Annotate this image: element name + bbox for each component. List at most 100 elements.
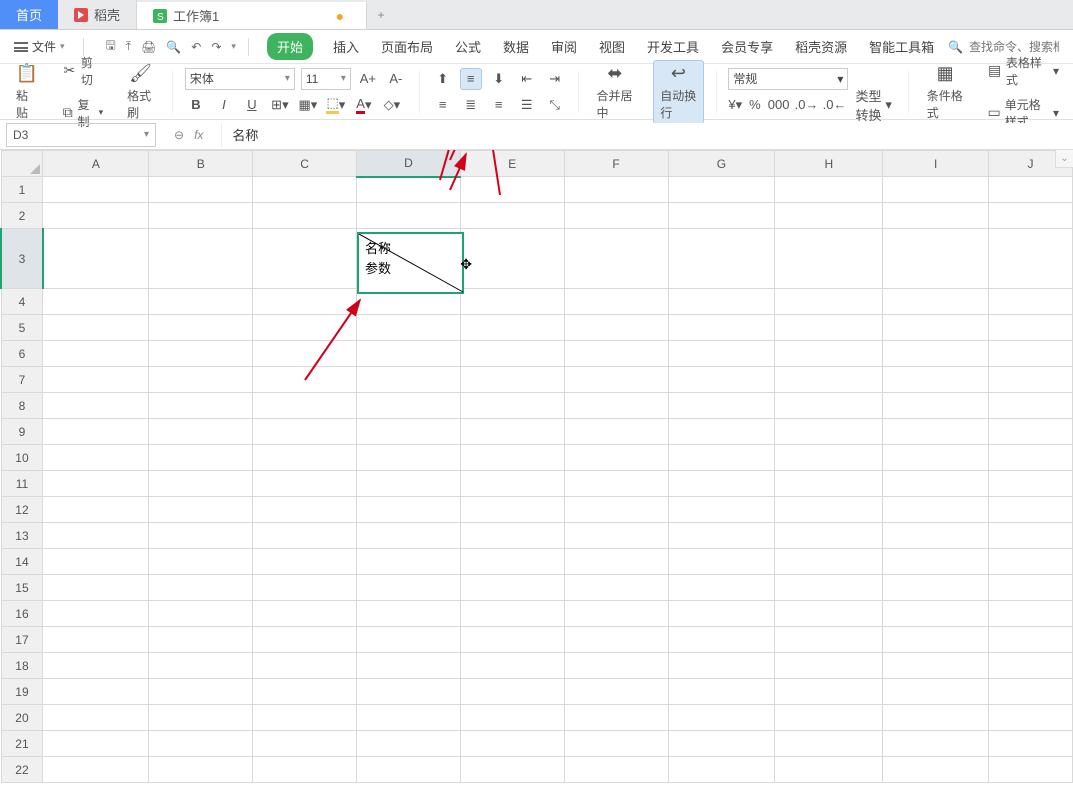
clear-format-button[interactable]: ◇▾ bbox=[381, 94, 403, 116]
cell[interactable] bbox=[43, 229, 149, 289]
row-header[interactable]: 3 bbox=[1, 229, 43, 289]
cell[interactable] bbox=[775, 445, 883, 471]
cell[interactable] bbox=[775, 627, 883, 653]
percent-button[interactable]: % bbox=[748, 94, 762, 116]
cell[interactable] bbox=[775, 679, 883, 705]
table-style-button[interactable]: ▤ 表格样式▾ bbox=[983, 52, 1063, 90]
row-header[interactable]: 2 bbox=[1, 203, 43, 229]
increase-decimal-button[interactable]: .0→ bbox=[796, 94, 818, 116]
cell[interactable] bbox=[356, 653, 460, 679]
cell[interactable] bbox=[43, 341, 149, 367]
cell[interactable] bbox=[356, 393, 460, 419]
cell[interactable] bbox=[564, 471, 668, 497]
cell[interactable] bbox=[149, 229, 253, 289]
tab-docer[interactable]: 稻壳 bbox=[58, 0, 137, 29]
col-header-c[interactable]: C bbox=[253, 151, 357, 177]
cell[interactable] bbox=[883, 523, 989, 549]
cell[interactable] bbox=[460, 203, 564, 229]
cell[interactable] bbox=[149, 523, 253, 549]
row-header[interactable]: 15 bbox=[1, 575, 43, 601]
cell[interactable] bbox=[883, 497, 989, 523]
cell[interactable] bbox=[668, 203, 775, 229]
cell[interactable] bbox=[43, 367, 149, 393]
cell[interactable] bbox=[356, 367, 460, 393]
col-header-h[interactable]: H bbox=[775, 151, 883, 177]
ribbon-tab-member[interactable]: 会员专享 bbox=[719, 33, 775, 60]
cell[interactable] bbox=[460, 575, 564, 601]
cell[interactable] bbox=[356, 601, 460, 627]
cell[interactable] bbox=[883, 229, 989, 289]
row-header[interactable]: 20 bbox=[1, 705, 43, 731]
cell[interactable] bbox=[564, 523, 668, 549]
formula-input[interactable] bbox=[221, 123, 1073, 147]
cell[interactable] bbox=[356, 731, 460, 757]
preview-icon[interactable]: 🔍 bbox=[166, 40, 181, 54]
cell[interactable] bbox=[775, 575, 883, 601]
cell[interactable] bbox=[989, 549, 1073, 575]
cell[interactable] bbox=[668, 177, 775, 203]
row-header[interactable]: 6 bbox=[1, 341, 43, 367]
cell[interactable] bbox=[253, 679, 357, 705]
cell[interactable] bbox=[989, 705, 1073, 731]
cell[interactable] bbox=[668, 289, 775, 315]
align-right-button[interactable]: ≡ bbox=[488, 94, 510, 116]
cell[interactable] bbox=[460, 627, 564, 653]
cell[interactable] bbox=[253, 497, 357, 523]
cell[interactable] bbox=[668, 229, 775, 289]
cell[interactable] bbox=[883, 289, 989, 315]
cell[interactable] bbox=[460, 445, 564, 471]
cell[interactable] bbox=[356, 229, 460, 289]
font-color-button[interactable]: A▾ bbox=[353, 94, 375, 116]
row-header[interactable]: 4 bbox=[1, 289, 43, 315]
cell[interactable] bbox=[253, 471, 357, 497]
cell[interactable] bbox=[775, 549, 883, 575]
cell[interactable] bbox=[564, 549, 668, 575]
cell[interactable] bbox=[883, 471, 989, 497]
ribbon-tab-layout[interactable]: 页面布局 bbox=[379, 33, 435, 60]
cell[interactable] bbox=[883, 731, 989, 757]
cell[interactable] bbox=[43, 523, 149, 549]
pane-settings-button[interactable]: ⌄ bbox=[1055, 150, 1073, 168]
cell[interactable] bbox=[775, 289, 883, 315]
cell[interactable] bbox=[43, 445, 149, 471]
cell[interactable] bbox=[668, 757, 775, 783]
cell[interactable] bbox=[564, 445, 668, 471]
cell[interactable] bbox=[775, 731, 883, 757]
cell[interactable] bbox=[883, 419, 989, 445]
cell[interactable] bbox=[149, 419, 253, 445]
cell[interactable] bbox=[775, 419, 883, 445]
ribbon-tab-review[interactable]: 审阅 bbox=[549, 33, 579, 60]
cell[interactable] bbox=[883, 653, 989, 679]
cell[interactable] bbox=[460, 341, 564, 367]
cell[interactable] bbox=[253, 419, 357, 445]
auto-wrap-button[interactable]: ↩ 自动换行 bbox=[653, 60, 703, 124]
cell[interactable] bbox=[253, 367, 357, 393]
cell[interactable] bbox=[253, 393, 357, 419]
cell[interactable] bbox=[43, 757, 149, 783]
cell[interactable] bbox=[989, 393, 1073, 419]
cell[interactable] bbox=[253, 523, 357, 549]
cell[interactable] bbox=[989, 315, 1073, 341]
cell[interactable] bbox=[775, 177, 883, 203]
cell[interactable] bbox=[43, 601, 149, 627]
cell[interactable] bbox=[668, 549, 775, 575]
tab-workbook[interactable]: S 工作簿1 ● bbox=[137, 0, 367, 29]
cell[interactable] bbox=[460, 393, 564, 419]
cell[interactable] bbox=[989, 289, 1073, 315]
grid-table[interactable]: A B C D E F G H I J 12345678910111213141… bbox=[0, 150, 1073, 783]
cell[interactable] bbox=[356, 315, 460, 341]
number-format-select[interactable]: 常规 ▾ bbox=[728, 68, 848, 90]
cell[interactable] bbox=[564, 627, 668, 653]
cell[interactable] bbox=[356, 445, 460, 471]
cell[interactable] bbox=[356, 497, 460, 523]
cell[interactable] bbox=[564, 601, 668, 627]
row-header[interactable]: 17 bbox=[1, 627, 43, 653]
cell[interactable] bbox=[668, 497, 775, 523]
cell[interactable] bbox=[356, 549, 460, 575]
cell[interactable] bbox=[43, 497, 149, 523]
cell[interactable] bbox=[564, 575, 668, 601]
cell[interactable] bbox=[668, 627, 775, 653]
cell[interactable] bbox=[668, 653, 775, 679]
row-header[interactable]: 1 bbox=[1, 177, 43, 203]
cell[interactable] bbox=[989, 757, 1073, 783]
